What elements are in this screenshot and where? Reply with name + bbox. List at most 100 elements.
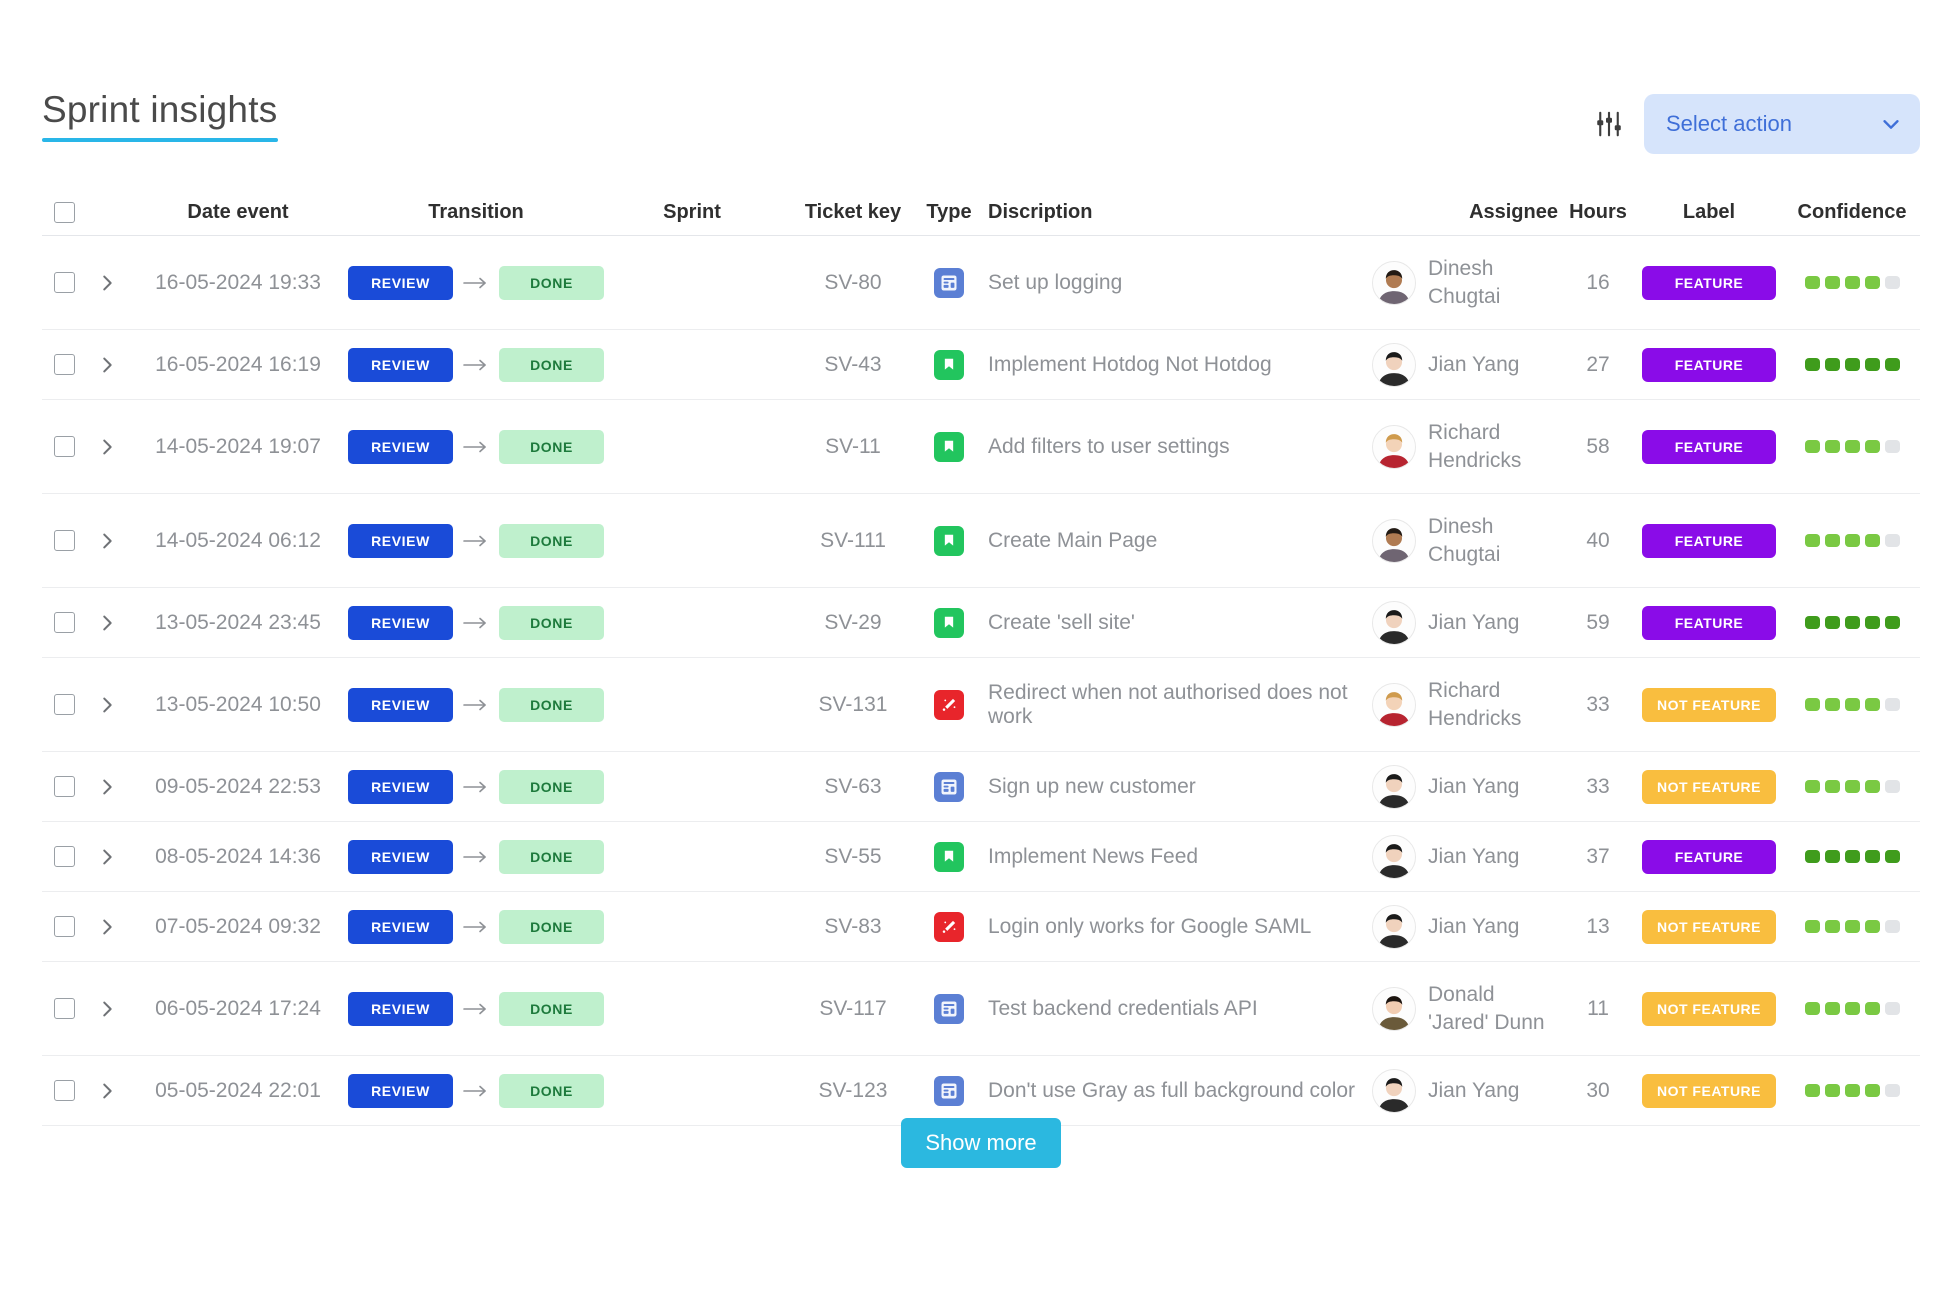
row-checkbox[interactable] — [53, 998, 75, 1019]
confidence-dots — [1804, 358, 1900, 371]
confidence-dot — [1804, 850, 1820, 863]
description-value[interactable]: Implement Hotdog Not Hotdog — [988, 353, 1272, 376]
row-checkbox[interactable] — [53, 530, 75, 551]
row-checkbox[interactable] — [53, 272, 75, 293]
ticket-key-value[interactable]: SV-117 — [819, 997, 886, 1020]
chevron-right-icon[interactable] — [96, 1080, 118, 1102]
column-header-type[interactable]: Type — [926, 201, 972, 224]
table-row[interactable]: 07-05-2024 09:32 REVIEW DONE SV-83 Login onl… — [42, 892, 1920, 962]
cell-label: FEATURE — [1634, 839, 1784, 874]
table-row[interactable]: 16-05-2024 19:33 REVIEW DONE SV-80 Set up lo… — [42, 236, 1920, 330]
cell-ticket-key: SV-111 — [780, 529, 926, 553]
description-value[interactable]: Login only works for Google SAML — [988, 915, 1311, 938]
description-value[interactable]: Set up logging — [988, 271, 1122, 294]
column-header-sprint[interactable]: Sprint — [604, 201, 780, 224]
description-value[interactable]: Create Main Page — [988, 529, 1157, 552]
row-checkbox[interactable] — [53, 776, 75, 797]
assignee-name: Jian Yang — [1428, 610, 1520, 634]
ticket-key-value[interactable]: SV-43 — [824, 353, 881, 376]
date-event-value: 16-05-2024 16:19 — [155, 352, 321, 376]
chevron-right-icon[interactable] — [96, 612, 118, 634]
table-row[interactable]: 13-05-2024 23:45 REVIEW DONE SV-29 Create 's… — [42, 588, 1920, 658]
row-checkbox[interactable] — [53, 916, 75, 937]
column-header-transition[interactable]: Transition — [348, 201, 604, 224]
chevron-right-icon[interactable] — [96, 694, 118, 716]
ticket-key-value[interactable]: SV-111 — [820, 529, 886, 552]
row-expand-cell — [86, 272, 128, 294]
table-row[interactable]: 06-05-2024 17:24 REVIEW DONE SV-117 Test bac… — [42, 962, 1920, 1056]
chevron-right-icon[interactable] — [96, 846, 118, 868]
column-header-date[interactable]: Date event — [128, 201, 348, 224]
description-value[interactable]: Redirect when not authorised does not wo… — [988, 681, 1348, 728]
table-header-row: Date event Transition Sprint Ticket key … — [42, 190, 1920, 236]
description-value[interactable]: Add filters to user settings — [988, 435, 1230, 458]
confidence-dot — [1844, 1002, 1860, 1015]
row-checkbox[interactable] — [53, 694, 75, 715]
show-more-button[interactable]: Show more — [901, 1118, 1061, 1168]
chevron-right-icon[interactable] — [96, 354, 118, 376]
row-checkbox[interactable] — [53, 846, 75, 867]
ticket-key-value[interactable]: SV-83 — [824, 915, 881, 938]
table-row[interactable]: 13-05-2024 10:50 REVIEW DONE SV-131 Redirect… — [42, 658, 1920, 752]
chevron-right-icon[interactable] — [96, 436, 118, 458]
table-row[interactable]: 14-05-2024 06:12 REVIEW DONE SV-111 Create M… — [42, 494, 1920, 588]
description-value[interactable]: Sign up new customer — [988, 775, 1196, 798]
description-value[interactable]: Create 'sell site' — [988, 611, 1135, 634]
table-row[interactable]: 05-05-2024 22:01 REVIEW DONE SV-123 Don't us… — [42, 1056, 1920, 1126]
status-badge: NOT FEATURE — [1642, 909, 1776, 944]
confidence-dot — [1884, 616, 1900, 629]
transition-to-pill: DONE — [499, 605, 604, 640]
chevron-right-icon[interactable] — [96, 272, 118, 294]
cell-hours: 33 — [1562, 775, 1634, 799]
confidence-dots — [1804, 276, 1900, 289]
sliders-icon[interactable] — [1594, 109, 1624, 139]
cell-ticket-key: SV-131 — [780, 693, 926, 717]
ticket-key-value[interactable]: SV-123 — [819, 1079, 888, 1102]
chevron-right-icon[interactable] — [96, 916, 118, 938]
cell-type — [926, 431, 972, 462]
table-row[interactable]: 16-05-2024 16:19 REVIEW DONE SV-43 Implement… — [42, 330, 1920, 400]
status-badge: FEATURE — [1642, 839, 1776, 874]
select-all-checkbox[interactable] — [53, 202, 75, 223]
row-checkbox[interactable] — [53, 436, 75, 457]
cell-confidence — [1784, 440, 1920, 453]
row-checkbox[interactable] — [53, 612, 75, 633]
cell-hours: 59 — [1562, 611, 1634, 635]
column-header-confidence[interactable]: Confidence — [1784, 201, 1920, 224]
confidence-dot — [1824, 920, 1840, 933]
ticket-key-value[interactable]: SV-131 — [819, 693, 888, 716]
ticket-key-value[interactable]: SV-63 — [824, 775, 881, 798]
ticket-key-value[interactable]: SV-55 — [824, 845, 881, 868]
date-event-value: 13-05-2024 10:50 — [155, 692, 321, 716]
transition-from-pill: REVIEW — [348, 839, 453, 874]
column-header-label[interactable]: Label — [1634, 201, 1784, 224]
cell-ticket-key: SV-55 — [780, 845, 926, 869]
column-header-description[interactable]: Discription — [972, 201, 1372, 224]
column-header-assignee[interactable]: Assignee — [1372, 201, 1562, 224]
chevron-right-icon[interactable] — [96, 998, 118, 1020]
ticket-key-value[interactable]: SV-80 — [824, 271, 881, 294]
column-header-hours[interactable]: Hours — [1562, 201, 1634, 224]
table-row[interactable]: 09-05-2024 22:53 REVIEW DONE SV-63 Sign up n… — [42, 752, 1920, 822]
chevron-right-icon[interactable] — [96, 776, 118, 798]
table-row[interactable]: 14-05-2024 19:07 REVIEW DONE SV-11 Add filte… — [42, 400, 1920, 494]
description-value[interactable]: Test backend credentials API — [988, 997, 1258, 1020]
select-action-dropdown[interactable]: Select action — [1644, 94, 1920, 154]
transition-to-pill: DONE — [499, 909, 604, 944]
confidence-dot — [1844, 920, 1860, 933]
chevron-right-icon[interactable] — [96, 530, 118, 552]
row-checkbox[interactable] — [53, 354, 75, 375]
description-value[interactable]: Implement News Feed — [988, 845, 1198, 868]
transition-from-pill: REVIEW — [348, 1073, 453, 1108]
status-badge: NOT FEATURE — [1642, 1073, 1776, 1108]
confidence-dot — [1804, 440, 1820, 453]
description-value[interactable]: Don't use Gray as full background color — [988, 1079, 1355, 1102]
cell-hours: 11 — [1562, 997, 1634, 1021]
transition-to-pill: DONE — [499, 523, 604, 558]
cell-date: 13-05-2024 23:45 — [128, 611, 348, 635]
ticket-key-value[interactable]: SV-11 — [825, 435, 881, 458]
column-header-ticket-key[interactable]: Ticket key — [780, 201, 926, 224]
table-row[interactable]: 08-05-2024 14:36 REVIEW DONE SV-55 Implement… — [42, 822, 1920, 892]
row-checkbox[interactable] — [53, 1080, 75, 1101]
ticket-key-value[interactable]: SV-29 — [824, 611, 881, 634]
